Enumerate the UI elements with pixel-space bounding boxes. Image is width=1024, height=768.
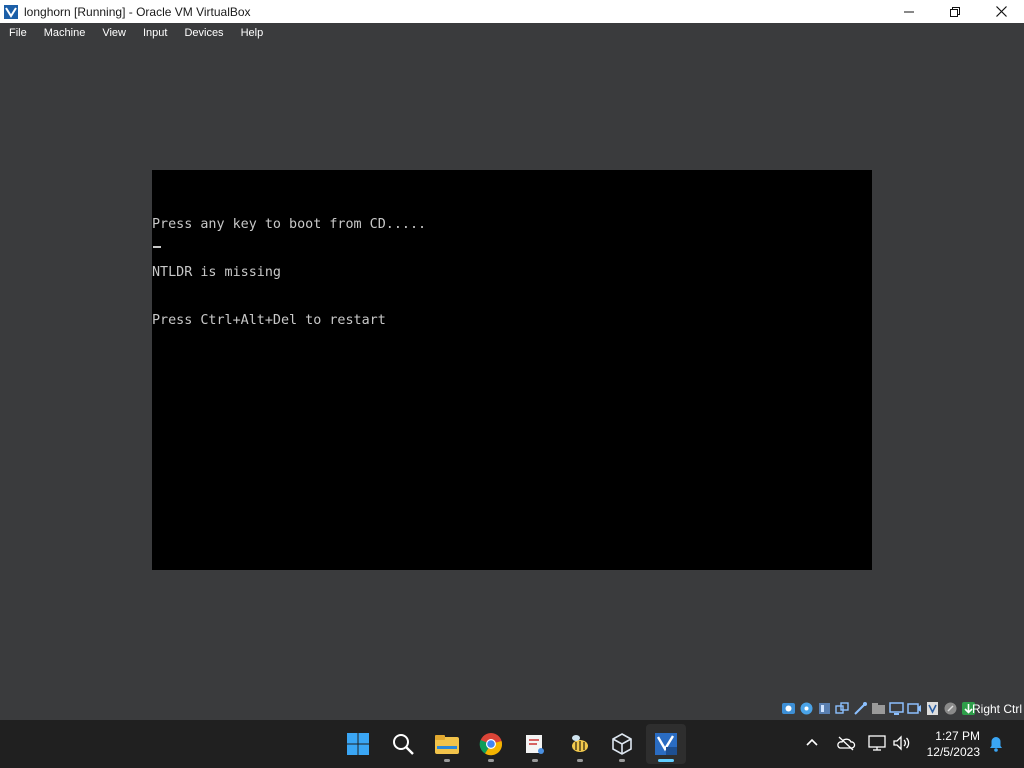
console-line: Press any key to boot from CD..... [152, 217, 427, 232]
running-indicator [488, 759, 494, 762]
network-icon[interactable] [835, 701, 850, 716]
shared-folders-icon[interactable] [871, 701, 886, 716]
optical-drive-icon[interactable] [799, 701, 814, 716]
virtualbox-vm-button[interactable] [646, 724, 686, 764]
menu-machine[interactable]: Machine [35, 27, 92, 39]
minimize-button[interactable] [886, 0, 932, 23]
running-indicator [577, 759, 583, 762]
system-clock[interactable]: 1:27 PM 12/5/2023 [927, 728, 980, 760]
clock-time: 1:27 PM [935, 729, 980, 743]
show-hidden-icons-chevron[interactable] [804, 734, 820, 756]
virtualbox-manager-icon [612, 733, 632, 755]
chrome-icon [479, 733, 503, 756]
menu-file[interactable]: File [0, 27, 33, 39]
restore-button[interactable] [932, 0, 978, 23]
vm-display[interactable]: Press any key to boot from CD..... NTLDR… [152, 170, 872, 570]
virtualbox-manager-button[interactable] [602, 724, 642, 764]
console-line: NTLDR is missing [152, 265, 281, 280]
menu-devices[interactable]: Devices [175, 27, 229, 39]
virtualbox-vm-xp-icon [655, 733, 677, 755]
console-line: Press Ctrl+Alt+Del to restart [152, 313, 386, 328]
audio-icon[interactable] [817, 701, 832, 716]
running-indicator [532, 759, 538, 762]
onedrive-offline-icon[interactable] [836, 734, 856, 756]
active-indicator [658, 759, 674, 762]
host-key-label[interactable]: Right Ctrl [972, 702, 1022, 716]
hard-disk-icon[interactable] [781, 701, 796, 716]
usb-icon[interactable] [853, 701, 868, 716]
chrome-button[interactable] [471, 724, 511, 764]
close-button[interactable] [978, 0, 1024, 23]
volume-icon[interactable] [892, 734, 912, 756]
notification-bell-icon[interactable] [988, 735, 1004, 757]
snipping-tool-icon [526, 735, 544, 754]
virtualbox-icon[interactable] [3, 4, 19, 20]
bee-app-icon [572, 735, 588, 752]
recording-icon[interactable] [907, 701, 922, 716]
file-explorer-button[interactable] [427, 724, 467, 764]
network-icon[interactable] [867, 734, 887, 756]
search-button[interactable] [383, 724, 423, 764]
running-indicator [444, 759, 450, 762]
clock-date: 12/5/2023 [926, 745, 980, 759]
start-button[interactable] [338, 724, 378, 764]
search-icon [393, 734, 414, 755]
running-indicator [619, 759, 625, 762]
virtualization-icon[interactable] [925, 701, 940, 716]
text-cursor [153, 246, 161, 248]
menu-view[interactable]: View [93, 27, 132, 39]
title-bar: longhorn [Running] - Oracle VM VirtualBo… [0, 0, 1024, 23]
minimize-icon [904, 11, 914, 12]
close-icon [995, 6, 1007, 17]
bee-app-button[interactable] [560, 724, 600, 764]
start-icon [347, 733, 369, 755]
display-icon[interactable] [889, 701, 904, 716]
snipping-tool-button[interactable] [515, 724, 555, 764]
menu-help[interactable]: Help [232, 27, 270, 39]
vm-status-bar: Right Ctrl [0, 699, 1024, 720]
menu-bar: File Machine View Input Devices Help [0, 23, 1024, 42]
menu-input[interactable]: Input [134, 27, 173, 39]
mouse-integration-icon[interactable] [943, 701, 958, 716]
restore-icon [950, 6, 960, 17]
window-title: longhorn [Running] - Oracle VM VirtualBo… [24, 4, 251, 19]
boot-console-text: Press any key to boot from CD..... NTLDR… [152, 185, 426, 361]
file-explorer-icon [435, 735, 459, 754]
